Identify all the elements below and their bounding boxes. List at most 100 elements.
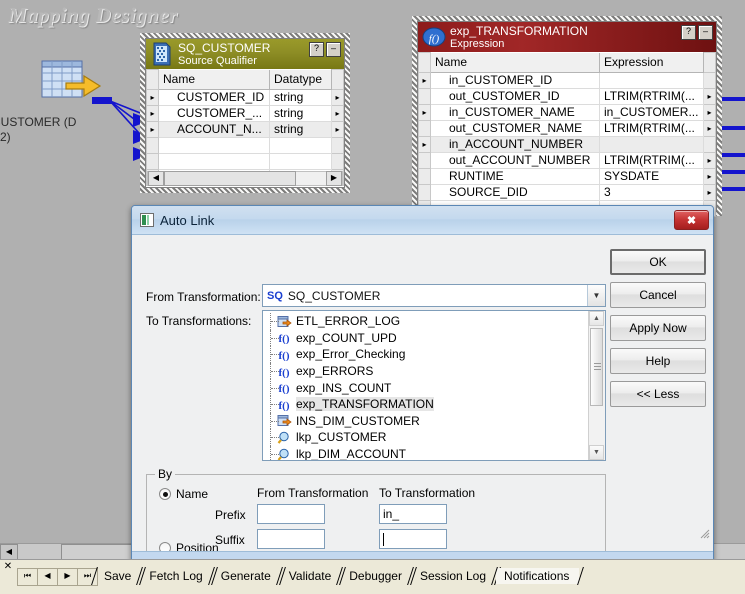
list-item[interactable]: INS_DIM_CUSTOMER bbox=[263, 412, 588, 430]
exp-row-in-marker[interactable] bbox=[418, 87, 431, 105]
exp-help-button[interactable]: ? bbox=[681, 25, 696, 40]
sq-row-in-marker[interactable]: ▸ bbox=[146, 104, 159, 122]
sq-row-out-marker[interactable]: ▸ bbox=[331, 120, 344, 138]
sq-port-grid[interactable]: Name Datatype ▸ CUSTOMER_ID string ▸ ▸ C… bbox=[146, 69, 344, 186]
list-item[interactable]: f() exp_TRANSFORMATION bbox=[263, 395, 588, 413]
tree-connector bbox=[270, 429, 285, 446]
to-transformations-label: To Transformations: bbox=[146, 314, 252, 328]
scroll-down-button[interactable]: ▼ bbox=[589, 445, 604, 460]
suffix-from-input[interactable] bbox=[257, 529, 325, 549]
list-item[interactable]: lkp_DIM_ACCOUNT bbox=[263, 445, 588, 460]
table-row[interactable]: out_ACCOUNT_NUMBER LTRIM(RTRIM(... ▸ bbox=[418, 151, 716, 169]
exp-row-out-marker[interactable]: ▸ bbox=[703, 183, 716, 201]
exp-row-in-marker[interactable] bbox=[418, 167, 431, 185]
prefix-to-input[interactable]: in_ bbox=[379, 504, 447, 524]
ok-button[interactable]: OK bbox=[610, 249, 706, 275]
table-row[interactable]: ▸ CUSTOMER_ID string ▸ bbox=[146, 88, 344, 106]
source-table-icon[interactable] bbox=[40, 55, 104, 107]
nav-button-2[interactable]: ▶ bbox=[57, 568, 78, 586]
tab-debugger[interactable]: Debugger bbox=[341, 568, 412, 584]
sq-row-out-marker[interactable]: ▸ bbox=[331, 104, 344, 122]
exp-row-in-marker[interactable]: ▸ bbox=[418, 103, 431, 121]
exp-row-in-marker[interactable] bbox=[418, 183, 431, 201]
listbox-scrollbar[interactable]: ▲ ▼ bbox=[588, 311, 605, 460]
sq-title-bar[interactable]: SQ_CUSTOMER Source Qualifier ? – bbox=[146, 39, 344, 69]
sq-minimize-button[interactable]: – bbox=[326, 42, 341, 57]
sq-row-datatype: string bbox=[269, 105, 332, 122]
suffix-to-input[interactable] bbox=[379, 529, 447, 549]
sq-help-button[interactable]: ? bbox=[309, 42, 324, 57]
exp-row-in-marker[interactable] bbox=[418, 151, 431, 169]
table-row[interactable]: out_CUSTOMER_ID LTRIM(RTRIM(... ▸ bbox=[418, 87, 716, 105]
exp-row-expression: 3 bbox=[599, 184, 704, 201]
radio-by-name[interactable]: Name bbox=[159, 487, 208, 501]
canvas-scroll-left-button[interactable]: ◀ bbox=[0, 543, 18, 560]
dialog-title-bar[interactable]: Auto Link ✖ bbox=[132, 206, 713, 235]
tab-validate[interactable]: Validate bbox=[281, 568, 341, 584]
record-nav-buttons[interactable]: ⏮ ◀ ▶ ⏭ bbox=[17, 568, 98, 586]
list-item[interactable]: ETL_ERROR_LOG bbox=[263, 313, 588, 330]
sq-horizontal-scrollbar[interactable]: ◀ ▶ bbox=[147, 171, 343, 186]
tab-generate[interactable]: Generate bbox=[213, 568, 281, 584]
resize-grip[interactable] bbox=[698, 527, 710, 539]
nav-button-0[interactable]: ⏮ bbox=[17, 568, 38, 586]
list-item[interactable]: f() exp_INS_COUNT bbox=[263, 379, 588, 396]
transformation-exp-transformation[interactable]: f() exp_TRANSFORMATION Expression ? – Na… bbox=[412, 16, 722, 217]
to-transformations-listbox[interactable]: ETL_ERROR_LOG f() exp_COUNT_UPD f() exp_Erro… bbox=[262, 310, 606, 461]
from-transformation-combobox[interactable]: SQ SQ_CUSTOMER ▼ bbox=[262, 284, 606, 307]
exp-title-bar[interactable]: f() exp_TRANSFORMATION Expression ? – bbox=[418, 22, 716, 52]
less-button[interactable]: << Less bbox=[610, 381, 706, 407]
exp-row-out-marker[interactable]: ▸ bbox=[703, 167, 716, 185]
exp-row-out-marker[interactable] bbox=[703, 135, 716, 153]
list-item[interactable]: lkp_CUSTOMER bbox=[263, 429, 588, 446]
help-button[interactable]: Help bbox=[610, 348, 706, 374]
tree-connector bbox=[270, 379, 285, 396]
exp-row-in-marker[interactable] bbox=[418, 119, 431, 137]
exp-row-out-marker[interactable] bbox=[703, 71, 716, 89]
output-status-bar: ✕ ⏮ ◀ ▶ ⏭ Save Fetch Log Generate Validate Debu… bbox=[0, 559, 745, 594]
close-icon[interactable]: ✖ bbox=[674, 210, 709, 230]
scroll-thumb[interactable] bbox=[590, 328, 603, 406]
exp-row-in-marker[interactable]: ▸ bbox=[418, 135, 431, 153]
sq-scroll-right-button[interactable]: ▶ bbox=[326, 171, 342, 186]
close-icon[interactable]: ✕ bbox=[2, 562, 14, 572]
exp-row-out-marker[interactable]: ▸ bbox=[703, 103, 716, 121]
table-row[interactable]: ▸ CUSTOMER_... string ▸ bbox=[146, 104, 344, 122]
sq-row-out-marker[interactable]: ▸ bbox=[331, 88, 344, 106]
list-item[interactable]: f() exp_COUNT_UPD bbox=[263, 329, 588, 347]
list-item-label: lkp_CUSTOMER bbox=[296, 430, 387, 445]
chevron-down-icon[interactable]: ▼ bbox=[587, 285, 605, 306]
exp-minimize-button[interactable]: – bbox=[698, 25, 713, 40]
table-row[interactable]: RUNTIME SYSDATE ▸ bbox=[418, 167, 716, 185]
prefix-from-input[interactable] bbox=[257, 504, 325, 524]
table-row[interactable]: out_CUSTOMER_NAME LTRIM(RTRIM(... ▸ bbox=[418, 119, 716, 137]
nav-button-1[interactable]: ◀ bbox=[37, 568, 58, 586]
output-tabs[interactable]: Save Fetch Log Generate Validate Debugger Ses… bbox=[96, 568, 580, 584]
tab-notifications[interactable]: Notifications bbox=[496, 568, 580, 584]
sq-scroll-left-button[interactable]: ◀ bbox=[148, 171, 164, 186]
cancel-button[interactable]: Cancel bbox=[610, 282, 706, 308]
transformation-sq-customer[interactable]: SQ_CUSTOMER Source Qualifier ? – Name Da… bbox=[140, 33, 350, 193]
exp-row-out-marker[interactable]: ▸ bbox=[703, 119, 716, 137]
exp-row-out-marker[interactable]: ▸ bbox=[703, 87, 716, 105]
apply-now-button[interactable]: Apply Now bbox=[610, 315, 706, 341]
exp-row-out-marker[interactable]: ▸ bbox=[703, 151, 716, 169]
tab-fetch-log[interactable]: Fetch Log bbox=[141, 568, 212, 584]
table-row[interactable]: ▸ in_ACCOUNT_NUMBER bbox=[418, 135, 716, 153]
exp-row-in-marker[interactable]: ▸ bbox=[418, 71, 431, 89]
sq-row-in-marker[interactable]: ▸ bbox=[146, 88, 159, 106]
scroll-up-button[interactable]: ▲ bbox=[589, 311, 604, 326]
sq-scroll-thumb[interactable] bbox=[164, 171, 296, 186]
auto-link-dialog[interactable]: Auto Link ✖ From Transformation: SQ SQ_C… bbox=[131, 205, 714, 566]
exp-port-grid[interactable]: Name Expression ▸ in_CUSTOMER_ID out_CUSTO… bbox=[418, 52, 716, 217]
list-item[interactable]: f() exp_ERRORS bbox=[263, 362, 588, 380]
table-row[interactable]: ▸ ACCOUNT_N... string ▸ bbox=[146, 120, 344, 138]
text-caret bbox=[383, 532, 384, 546]
table-row[interactable]: ▸ in_CUSTOMER_NAME in_CUSTOMER... ▸ bbox=[418, 103, 716, 121]
tab-session-log[interactable]: Session Log bbox=[412, 568, 496, 584]
table-row[interactable]: SOURCE_DID 3 ▸ bbox=[418, 183, 716, 201]
list-item[interactable]: f() exp_Error_Checking bbox=[263, 346, 588, 363]
tab-save[interactable]: Save bbox=[96, 568, 141, 584]
table-row[interactable]: ▸ in_CUSTOMER_ID bbox=[418, 71, 716, 89]
sq-row-in-marker[interactable]: ▸ bbox=[146, 120, 159, 138]
